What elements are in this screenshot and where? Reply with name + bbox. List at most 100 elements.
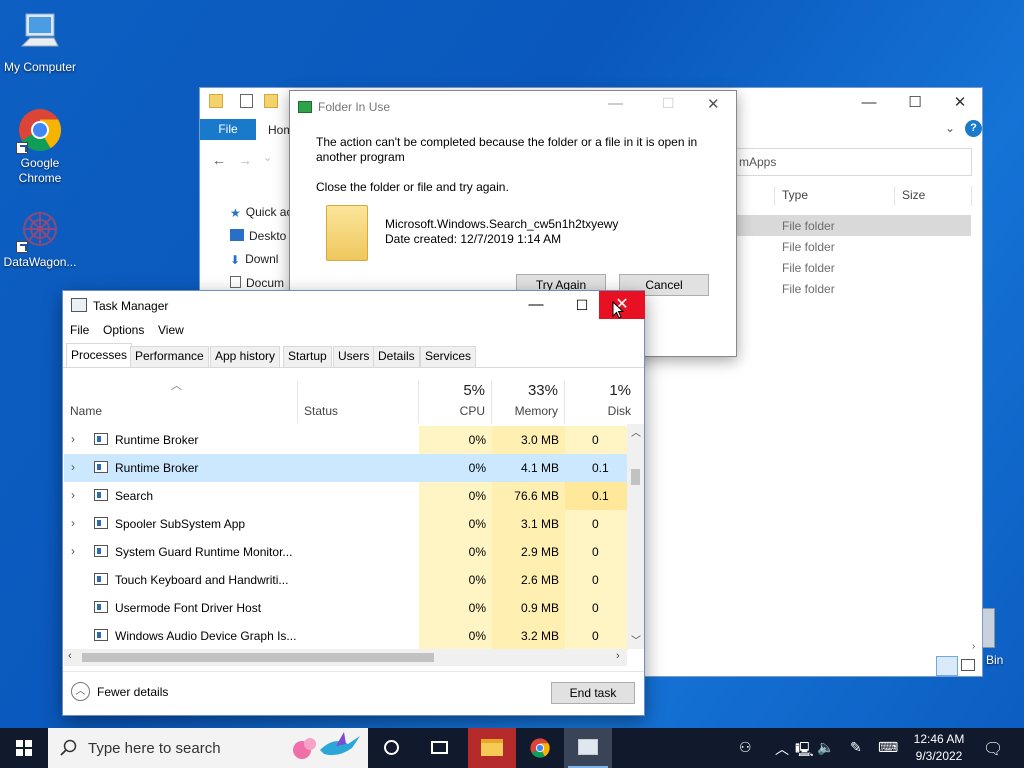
pen-icon[interactable]: ✎ — [850, 739, 862, 756]
horizontal-scrollbar[interactable]: ‹ › — [64, 649, 627, 666]
tab-startup[interactable]: Startup — [283, 346, 332, 367]
nav-item-desktop[interactable]: Deskto — [230, 229, 286, 243]
table-row[interactable]: › Spooler SubSystem App 0% 3.1 MB 0 MB/s — [64, 510, 629, 538]
close-button[interactable]: ✕ — [707, 95, 720, 113]
taskbar-file-explorer[interactable] — [468, 728, 516, 768]
minimize-button[interactable]: — — [846, 88, 892, 118]
minimize-button[interactable]: — — [608, 95, 623, 112]
printer-icon — [94, 517, 108, 529]
new-folder-icon[interactable] — [264, 94, 278, 108]
process-name: Runtime Broker — [115, 433, 199, 447]
notification-center-icon[interactable]: 🗨 — [983, 739, 1003, 759]
column-header-cpu[interactable]: CPU — [419, 404, 485, 418]
folder-date-created: Date created: 12/7/2019 1:14 AM — [385, 232, 562, 246]
file-type-cell: File folder — [782, 240, 835, 254]
taskbar-task-manager[interactable] — [564, 728, 612, 768]
tab-services[interactable]: Services — [420, 346, 477, 367]
process-icon — [94, 545, 108, 557]
column-header-size[interactable]: Size — [902, 188, 925, 202]
details-view-icon[interactable] — [936, 656, 958, 676]
desktop-icon-google-chrome[interactable]: Google Chrome — [0, 106, 80, 186]
hummingbird-highlight-icon — [293, 732, 360, 759]
folder-icon — [326, 205, 368, 261]
scroll-thumb[interactable] — [82, 653, 434, 662]
fewer-details-icon[interactable]: ︿ — [71, 682, 90, 701]
tab-users[interactable]: Users — [333, 346, 375, 367]
table-row[interactable]: Touch Keyboard and Handwriti... 0% 2.6 M… — [64, 566, 629, 594]
menu-options[interactable]: Options — [103, 323, 144, 337]
taskbar-chrome[interactable] — [516, 728, 564, 768]
column-header-memory[interactable]: Memory — [492, 404, 558, 418]
expand-chevron-icon[interactable]: › — [71, 432, 75, 446]
scroll-left-icon[interactable]: ‹ — [68, 650, 72, 662]
scroll-right-icon[interactable]: › — [972, 641, 975, 652]
minimize-button[interactable]: — — [513, 291, 559, 319]
chevron-down-icon[interactable]: ⌄ — [263, 151, 272, 164]
start-button[interactable] — [0, 728, 48, 768]
vertical-scrollbar[interactable]: ︿ ﹀ — [627, 424, 644, 649]
task-view-button[interactable] — [368, 728, 416, 768]
column-header-type[interactable]: Type — [782, 188, 808, 202]
address-bar[interactable]: mApps — [735, 148, 972, 176]
tab-details[interactable]: Details — [373, 346, 420, 367]
expand-chevron-icon[interactable]: › — [71, 488, 75, 502]
task-manager-window[interactable]: Task Manager — ☐ ✕ File Options View Pro… — [62, 290, 645, 716]
selected-file-row[interactable] — [735, 215, 971, 236]
close-button[interactable]: ✕ — [937, 88, 983, 118]
nav-label: Downl — [245, 252, 279, 266]
scroll-up-icon[interactable]: ︿ — [631, 424, 641, 439]
table-row[interactable]: › System Guard Runtime Monitor... 0% 2.9… — [64, 538, 629, 566]
menu-file[interactable]: File — [70, 323, 89, 337]
expand-chevron-icon[interactable]: › — [71, 460, 75, 474]
desktop-icon-datawagon[interactable]: DataWagon... — [0, 205, 80, 270]
nav-item-downloads[interactable]: ⬇ Downl — [230, 252, 279, 267]
help-icon[interactable]: ? — [965, 120, 982, 137]
large-icons-view-icon[interactable] — [961, 659, 975, 671]
download-icon: ⬇ — [230, 253, 241, 267]
taskbar-clock[interactable]: 12:46 AM 9/3/2022 — [904, 731, 974, 765]
tab-performance[interactable]: Performance — [130, 346, 209, 367]
ribbon-file-tab[interactable]: File — [200, 119, 256, 140]
dialog-title: Folder In Use — [318, 100, 391, 114]
expand-chevron-icon[interactable]: › — [71, 544, 75, 558]
scroll-right-icon[interactable]: › — [616, 650, 620, 662]
table-row-selected[interactable]: › Runtime Broker 0% 4.1 MB 0.1 MB/s — [64, 454, 629, 482]
volume-icon[interactable]: 🔈 — [817, 739, 834, 756]
people-icon[interactable]: ⚇ — [739, 739, 752, 756]
column-header-disk[interactable]: Disk — [565, 404, 631, 418]
table-row[interactable]: Windows Audio Device Graph Is... 0% 3.2 … — [64, 622, 629, 650]
nav-item-quick-access[interactable]: ★ Quick ac — [230, 205, 292, 220]
datawagon-icon — [16, 205, 64, 253]
chevron-down-icon[interactable]: ⌄ — [945, 121, 955, 135]
touch-keyboard-icon[interactable]: ⌨ — [878, 739, 898, 756]
cpu-cell: 0% — [419, 482, 492, 510]
task-view-button[interactable] — [416, 728, 464, 768]
desktop-icon-my-computer[interactable]: My Computer — [0, 10, 80, 75]
tab-processes[interactable]: Processes — [66, 343, 133, 368]
properties-icon[interactable] — [240, 94, 253, 108]
column-header-status[interactable]: Status — [304, 404, 338, 418]
disk-cell: 0.1 MB/s — [565, 454, 629, 482]
fewer-details-link[interactable]: Fewer details — [97, 685, 168, 699]
table-row[interactable]: › Runtime Broker 0% 3.0 MB 0 MB/s — [64, 426, 629, 454]
scroll-down-icon[interactable]: ﹀ — [631, 632, 641, 647]
nav-item-documents[interactable]: Docum — [230, 276, 284, 290]
back-arrow-icon[interactable]: ← — [212, 152, 226, 168]
table-row[interactable]: Usermode Font Driver Host 0% 0.9 MB 0 MB… — [64, 594, 629, 622]
expand-chevron-icon[interactable]: › — [71, 516, 75, 530]
sort-chevron-up-icon[interactable]: ︿ — [171, 377, 182, 393]
maximize-button[interactable]: ☐ — [892, 88, 938, 118]
forward-arrow-icon[interactable]: → — [238, 152, 252, 168]
table-row[interactable]: › Search 0% 76.6 MB 0.1 MB/s — [64, 482, 629, 510]
column-header-name[interactable]: Name — [70, 404, 102, 418]
cpu-cell: 0% — [419, 510, 492, 538]
end-task-button[interactable]: End task — [551, 682, 635, 704]
taskbar-search-box[interactable]: Type here to search — [48, 728, 368, 768]
chevron-up-icon[interactable]: ︿ — [775, 739, 789, 759]
menu-view[interactable]: View — [158, 323, 184, 337]
scroll-thumb[interactable] — [631, 469, 640, 485]
maximize-button: ☐ — [662, 95, 675, 111]
network-icon[interactable]: 🖳 — [795, 739, 814, 763]
tab-app-history[interactable]: App history — [210, 346, 281, 367]
desktop-icon-recycle-bin[interactable]: Bin — [983, 606, 1024, 670]
